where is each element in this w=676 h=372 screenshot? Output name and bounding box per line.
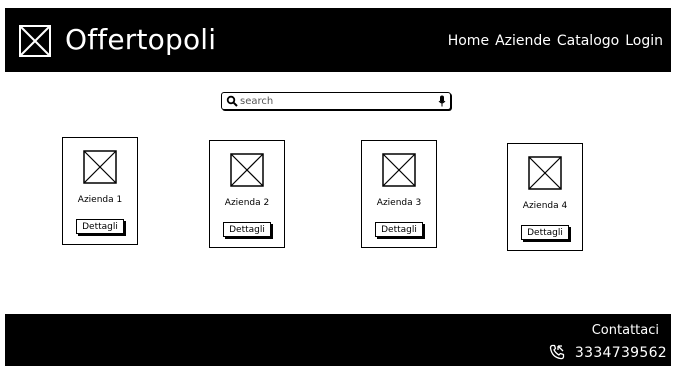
header-bar: Offertopoli Home Aziende Catalogo Login [5,8,671,72]
main-nav: Home Aziende Catalogo Login [448,32,663,50]
nav-catalogo-link[interactable]: Catalogo [557,32,619,50]
page-frame: Offertopoli Home Aziende Catalogo Login … [5,8,671,366]
dettagli-button[interactable]: Dettagli [76,219,124,234]
nav-home-link[interactable]: Home [448,32,489,50]
search-icon[interactable] [226,95,238,107]
image-placeholder-icon [230,153,264,187]
image-placeholder-icon [83,150,117,184]
image-placeholder-icon [382,153,416,187]
microphone-icon[interactable] [438,95,446,107]
company-card: Azienda 3 Dettagli [361,140,437,248]
company-card: Azienda 1 Dettagli [62,137,138,245]
brand-title[interactable]: Offertopoli [65,22,216,58]
phone-icon[interactable] [549,344,565,360]
company-card: Azienda 4 Dettagli [507,143,583,251]
search-bar[interactable] [221,92,451,110]
contact-title[interactable]: Contattaci [592,323,659,339]
footer-bar: Contattaci 3334739562 [5,314,671,366]
search-input[interactable] [240,94,430,108]
company-name: Azienda 3 [376,198,422,208]
dettagli-button[interactable]: Dettagli [375,222,423,237]
company-card: Azienda 2 Dettagli [209,140,285,248]
image-placeholder-icon [528,156,562,190]
dettagli-button[interactable]: Dettagli [223,222,271,237]
company-name: Azienda 4 [522,201,568,211]
dettagli-button[interactable]: Dettagli [521,225,569,240]
nav-aziende-link[interactable]: Aziende [495,32,551,50]
phone-number[interactable]: 3334739562 [575,344,667,362]
logo-image-placeholder-icon[interactable] [19,25,51,57]
company-name: Azienda 2 [224,198,270,208]
nav-login-link[interactable]: Login [625,32,663,50]
company-name: Azienda 1 [77,195,123,205]
